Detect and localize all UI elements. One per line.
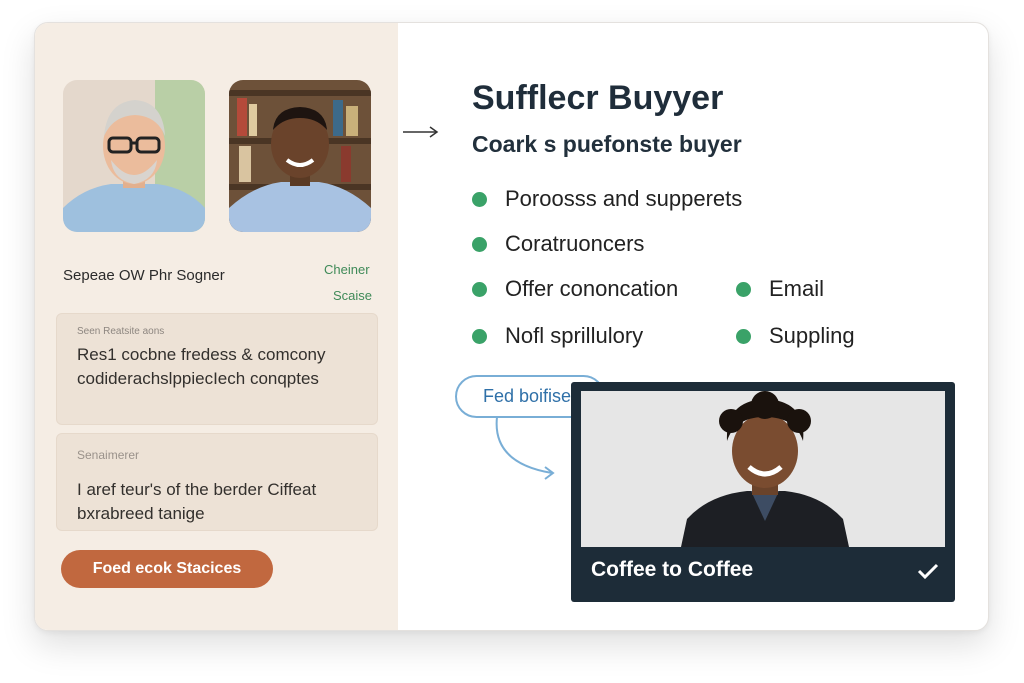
bullet-label: Poroosss and supperets bbox=[505, 186, 743, 211]
bullet-item: Offer cononcation bbox=[472, 276, 678, 302]
check-icon[interactable] bbox=[917, 562, 939, 585]
bullet-item: Nofl sprillulory bbox=[472, 323, 643, 349]
profile-tag: Scaise bbox=[333, 288, 373, 303]
bullet-dot-icon bbox=[736, 328, 751, 344]
info-box: Senaimerer I aref teur's of the berder C… bbox=[56, 433, 378, 531]
arrow-right-icon bbox=[402, 125, 440, 144]
curved-arrow-icon bbox=[490, 415, 560, 490]
video-caption: Coffee to Coffee bbox=[591, 558, 754, 581]
bullet-item: Suppling bbox=[736, 323, 855, 349]
page-title: Sufflecr Buyyer bbox=[472, 79, 724, 117]
bullet-label: Offer cononcation bbox=[505, 276, 679, 301]
page-subtitle: Coark s puefonste buyer bbox=[472, 131, 742, 157]
profile-name: Sepeae OW Phr Sogner bbox=[63, 267, 225, 284]
info-box-text: I aref teur's of the berder Ciffeat bxra… bbox=[77, 480, 317, 523]
bullet-label: Suppling bbox=[769, 323, 855, 348]
info-box: Seen Reatsite aons Res1 cocbne fredess &… bbox=[56, 313, 378, 425]
video-participant-photo bbox=[581, 391, 945, 547]
main-card: Sepeae OW Phr Sogner Cheiner Scaise Seen… bbox=[34, 22, 989, 631]
profile-panel: Sepeae OW Phr Sogner Cheiner Scaise Seen… bbox=[35, 23, 398, 630]
bullet-dot-icon bbox=[472, 281, 487, 297]
info-box-label: Seen Reatsite aons bbox=[77, 326, 165, 337]
profile-photo-older-man bbox=[63, 80, 205, 232]
info-box-text: Res1 cocbne fredess & comcony codiderach… bbox=[77, 345, 326, 388]
bullet-dot-icon bbox=[472, 191, 487, 207]
bullet-item: Coratruoncers bbox=[472, 231, 644, 257]
bullet-label: Email bbox=[769, 276, 825, 301]
bullet-dot-icon bbox=[472, 236, 487, 252]
cta-button[interactable]: Foed ecok Stacices bbox=[61, 550, 273, 588]
bullet-item: Poroosss and supperets bbox=[472, 186, 742, 212]
bullet-dot-icon bbox=[736, 281, 751, 297]
bullet-label: Coratruoncers bbox=[505, 231, 645, 256]
bullet-item: Email bbox=[736, 276, 824, 302]
bullet-label: Nofl sprillulory bbox=[505, 323, 644, 348]
profile-tag: Cheiner bbox=[324, 262, 370, 277]
bullet-dot-icon bbox=[472, 328, 487, 344]
info-box-label: Senaimerer bbox=[77, 448, 140, 462]
profile-photo-young-man bbox=[229, 80, 371, 232]
video-call-tile[interactable]: Coffee to Coffee bbox=[571, 382, 955, 602]
